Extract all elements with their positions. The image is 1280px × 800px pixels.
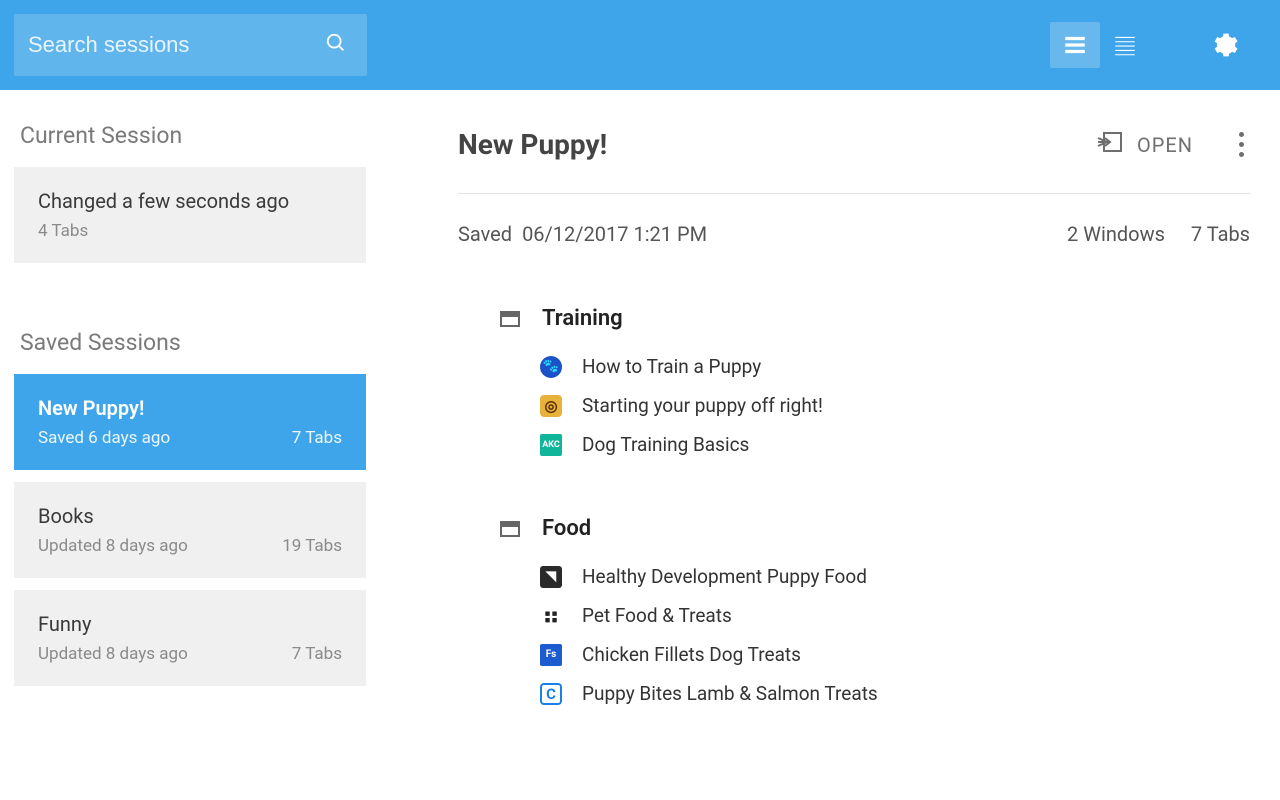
session-subtitle: Saved 6 days ago bbox=[38, 428, 170, 448]
open-icon bbox=[1097, 131, 1123, 158]
session-title: New Puppy! bbox=[38, 396, 342, 420]
search-icon[interactable] bbox=[325, 32, 347, 58]
session-tab-count: 4 Tabs bbox=[38, 221, 88, 241]
tab-title: Dog Training Basics bbox=[582, 433, 749, 456]
tab-row[interactable]: AKC Dog Training Basics bbox=[540, 433, 1250, 456]
session-tab-count: 7 Tabs bbox=[292, 644, 342, 664]
tab-title: Healthy Development Puppy Food bbox=[582, 565, 867, 588]
favicon bbox=[540, 395, 562, 417]
session-tab-count: 19 Tabs bbox=[282, 536, 342, 556]
tab-list: Healthy Development Puppy Food Pet Food &… bbox=[500, 565, 1250, 705]
search-input[interactable] bbox=[28, 32, 325, 58]
favicon: Fs bbox=[540, 644, 562, 666]
saved-session-card[interactable]: New Puppy! Saved 6 days ago 7 Tabs bbox=[14, 374, 366, 470]
session-title: Changed a few seconds ago bbox=[38, 189, 342, 213]
favicon: AKC bbox=[540, 434, 562, 456]
session-title: Books bbox=[38, 504, 342, 528]
more-actions-button[interactable] bbox=[1233, 126, 1250, 163]
window-block: Training How to Train a Puppy Starting you… bbox=[500, 306, 1250, 456]
session-meta-row: Saved 06/12/2017 1:21 PM 2 Windows 7 Tab… bbox=[458, 194, 1250, 256]
tab-title: Puppy Bites Lamb & Salmon Treats bbox=[582, 682, 878, 705]
app-header bbox=[0, 0, 1280, 90]
window-block: Food Healthy Development Puppy Food Pet Fo… bbox=[500, 516, 1250, 705]
session-title: Funny bbox=[38, 612, 342, 636]
tab-title: Chicken Fillets Dog Treats bbox=[582, 643, 801, 666]
tab-row[interactable]: Fs Chicken Fillets Dog Treats bbox=[540, 643, 1250, 666]
view-compact-button[interactable] bbox=[1050, 22, 1100, 68]
window-icon bbox=[500, 521, 520, 537]
main-pane: New Puppy! OPEN Saved 06/12/2017 1:21 PM bbox=[380, 90, 1280, 800]
window-count: 2 Windows bbox=[1067, 222, 1165, 246]
session-detail-header: New Puppy! OPEN bbox=[458, 126, 1250, 194]
session-subtitle: Updated 8 days ago bbox=[38, 536, 188, 556]
view-list-button[interactable] bbox=[1100, 22, 1150, 68]
header-actions bbox=[1050, 22, 1250, 68]
session-tab-count: 7 Tabs bbox=[292, 428, 342, 448]
tab-count: 7 Tabs bbox=[1191, 222, 1250, 246]
favicon bbox=[540, 605, 562, 627]
window-name: Food bbox=[542, 516, 591, 541]
tab-title: How to Train a Puppy bbox=[582, 355, 761, 378]
favicon bbox=[540, 566, 562, 588]
favicon: C bbox=[540, 683, 562, 705]
sidebar: Current Session Changed a few seconds ag… bbox=[0, 90, 380, 800]
saved-date: 06/12/2017 1:21 PM bbox=[522, 222, 707, 246]
open-session-button[interactable]: OPEN bbox=[1097, 131, 1193, 158]
open-button-label: OPEN bbox=[1137, 133, 1193, 157]
session-subtitle: Updated 8 days ago bbox=[38, 644, 188, 664]
window-header[interactable]: Training bbox=[500, 306, 1250, 331]
saved-session-card[interactable]: Books Updated 8 days ago 19 Tabs bbox=[14, 482, 366, 578]
tab-row[interactable]: C Puppy Bites Lamb & Salmon Treats bbox=[540, 682, 1250, 705]
settings-button[interactable] bbox=[1200, 22, 1250, 68]
current-session-heading: Current Session bbox=[0, 122, 380, 167]
tab-title: Starting your puppy off right! bbox=[582, 394, 823, 417]
window-name: Training bbox=[542, 306, 623, 331]
tab-row[interactable]: How to Train a Puppy bbox=[540, 355, 1250, 378]
saved-session-card[interactable]: Funny Updated 8 days ago 7 Tabs bbox=[14, 590, 366, 686]
tab-title: Pet Food & Treats bbox=[582, 604, 732, 627]
saved-label: Saved bbox=[458, 222, 512, 246]
tab-row[interactable]: Pet Food & Treats bbox=[540, 604, 1250, 627]
session-detail-title: New Puppy! bbox=[458, 128, 607, 161]
current-session-card[interactable]: Changed a few seconds ago 4 Tabs bbox=[14, 167, 366, 263]
window-header[interactable]: Food bbox=[500, 516, 1250, 541]
saved-sessions-heading: Saved Sessions bbox=[0, 329, 380, 374]
tab-row[interactable]: Starting your puppy off right! bbox=[540, 394, 1250, 417]
window-icon bbox=[500, 311, 520, 327]
search-box[interactable] bbox=[14, 14, 367, 76]
tab-list: How to Train a Puppy Starting your puppy … bbox=[500, 355, 1250, 456]
favicon bbox=[540, 356, 562, 378]
tab-row[interactable]: Healthy Development Puppy Food bbox=[540, 565, 1250, 588]
